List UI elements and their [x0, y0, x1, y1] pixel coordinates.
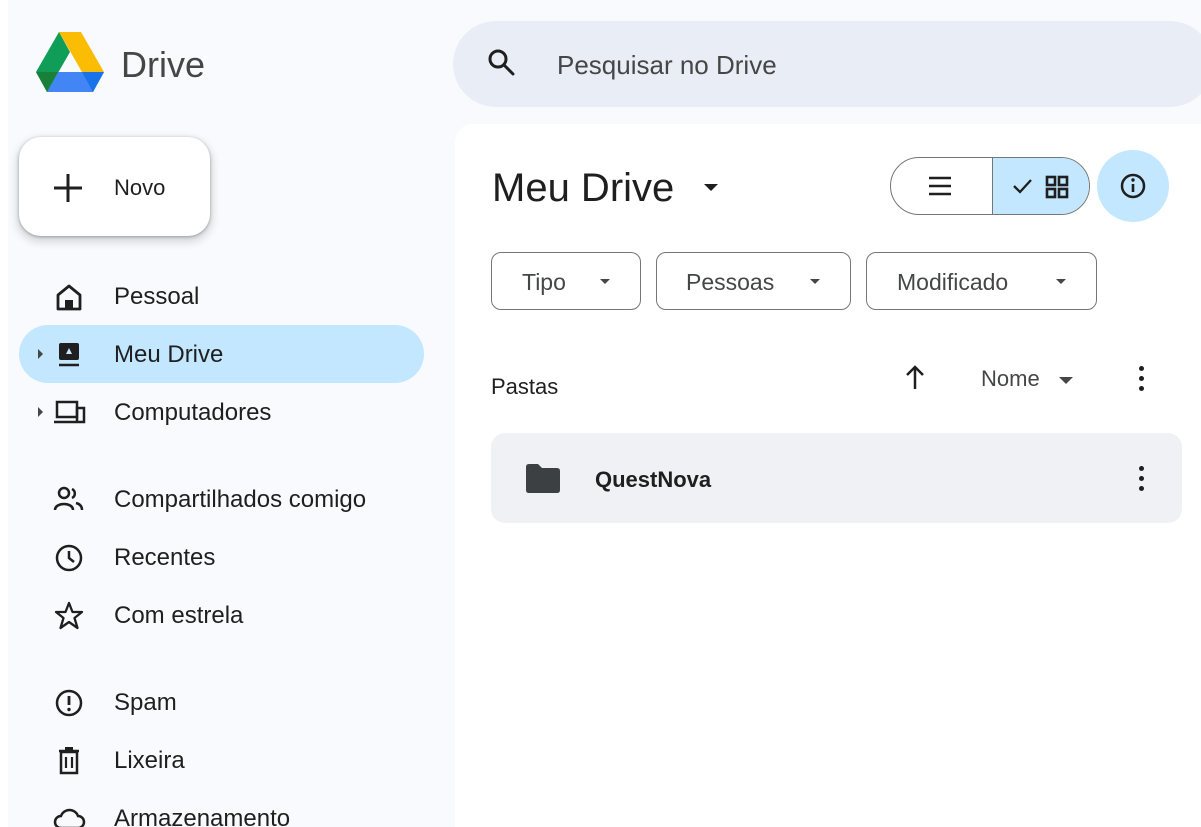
sidebar-item-label: Pessoal	[114, 283, 200, 310]
sidebar-item-label: Computadores	[114, 399, 272, 426]
search-input[interactable]: Pesquisar no Drive	[557, 50, 777, 81]
sidebar-item-label: Spam	[114, 689, 177, 716]
folder-name: QuestNova	[595, 467, 712, 492]
details-button[interactable]	[1097, 150, 1169, 222]
sidebar-item-label: Lixeira	[114, 747, 185, 774]
cloud-icon	[53, 808, 86, 827]
folder-icon	[526, 464, 560, 493]
computers-icon	[54, 400, 86, 424]
new-button-label: Novo	[114, 175, 166, 200]
filter-chip-label: Tipo	[522, 269, 566, 295]
sidebar-item-label: Com estrela	[114, 602, 244, 629]
my-drive-icon	[59, 343, 79, 367]
check-icon	[1013, 179, 1032, 194]
list-view-button[interactable]	[891, 158, 992, 214]
window-edge	[0, 0, 8, 827]
folder-more-options-icon[interactable]	[1137, 466, 1145, 496]
section-label-folders: Pastas	[491, 374, 559, 399]
filter-chip-pessoas[interactable]: Pessoas	[656, 252, 851, 310]
filter-chip-modificado[interactable]: Modificado	[866, 252, 1097, 310]
filter-chip-label: Modificado	[897, 269, 1009, 295]
more-options-icon[interactable]	[1137, 366, 1145, 396]
sidebar-item-label: Armazenamento	[114, 805, 291, 827]
chevron-down-icon	[1056, 279, 1066, 284]
chevron-down-icon	[810, 279, 820, 284]
view-toggle	[890, 157, 1090, 215]
drive-logo-icon[interactable]	[36, 32, 104, 94]
filter-chip-label: Pessoas	[686, 269, 775, 295]
info-icon	[1120, 173, 1146, 199]
sort-direction-icon[interactable]	[901, 363, 929, 391]
app-title: Drive	[121, 44, 206, 85]
home-icon	[56, 284, 82, 311]
plus-icon	[54, 174, 82, 202]
sidebar-item-label: Meu Drive	[114, 341, 224, 368]
page-title[interactable]: Meu Drive	[492, 166, 674, 211]
expand-arrow-icon[interactable]	[38, 407, 43, 417]
chevron-down-icon[interactable]	[1059, 377, 1073, 384]
chevron-down-icon	[600, 279, 610, 284]
title-dropdown-icon[interactable]	[704, 184, 718, 191]
expand-arrow-icon[interactable]	[38, 349, 43, 359]
people-icon	[53, 486, 84, 511]
sidebar-item-label: Compartilhados comigo	[114, 486, 367, 513]
sort-by-button[interactable]: Nome	[981, 366, 1040, 392]
spam-icon	[55, 689, 83, 717]
star-icon	[54, 601, 84, 630]
clock-icon	[55, 544, 83, 572]
sidebar-item-label: Recentes	[114, 544, 216, 571]
search-icon[interactable]	[487, 48, 515, 76]
grid-view-button[interactable]	[992, 158, 1089, 214]
drive-app: Drive Pesquisar no Drive Novo Pessoal Me…	[0, 0, 1201, 827]
trash-icon	[59, 747, 79, 775]
list-icon	[929, 176, 951, 196]
grid-icon	[1045, 175, 1069, 199]
filter-chip-tipo[interactable]: Tipo	[491, 252, 641, 310]
